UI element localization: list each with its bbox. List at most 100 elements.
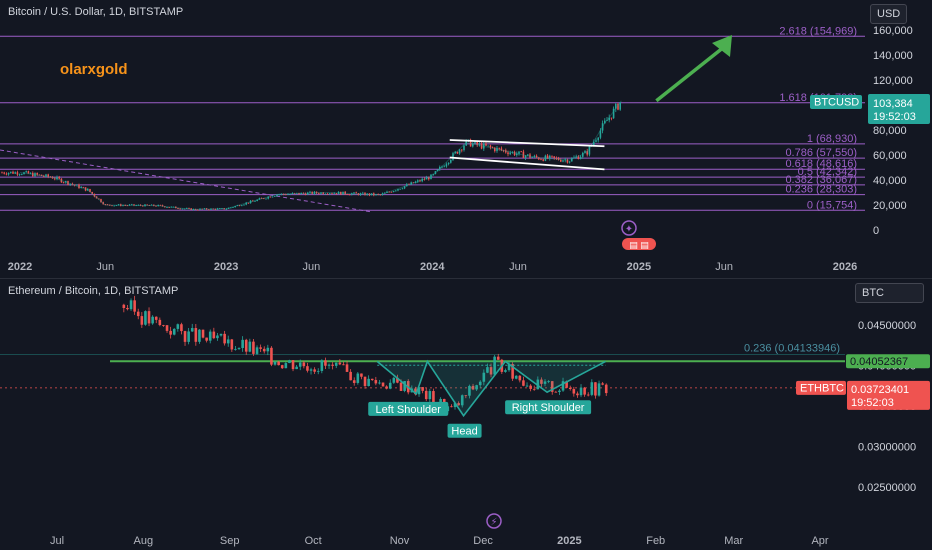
eth-candle: [194, 328, 198, 342]
eth-candle: [378, 382, 381, 384]
btc-y-tick: 160,000: [873, 25, 913, 37]
btc-symbol-tag: BTCUSD: [814, 97, 859, 109]
eth-candle: [277, 361, 280, 366]
eth-candle: [176, 324, 180, 329]
btc-candle: [392, 191, 395, 193]
eth-candle: [360, 373, 363, 377]
eth-y-tick: 0.03000000: [858, 442, 916, 454]
eth-candle: [345, 364, 349, 372]
eth-candle: [518, 375, 522, 381]
ethbtc-pane[interactable]: Ethereum / Bitcoin, 1D, BITSTAMP BTC 0.0…: [0, 279, 932, 550]
eth-x-tick: Nov: [390, 535, 410, 547]
eth-candle: [216, 335, 219, 339]
watermark-text: olarxgold: [60, 61, 128, 78]
btc-candle: [324, 193, 327, 195]
eth-candle: [558, 390, 561, 393]
eth-countdown: 19:52:03: [851, 397, 894, 409]
eth-candle: [338, 362, 342, 365]
eth-candle: [201, 329, 205, 338]
projection-arrow: [655, 45, 726, 103]
btc-y-tick: 140,000: [873, 50, 913, 62]
btc-y-tick: 60,000: [873, 150, 907, 162]
fib-label: 1 (68,930): [807, 133, 857, 145]
btc-x-tick: Jun: [715, 261, 733, 273]
btc-candle: [14, 172, 16, 174]
btc-candle: [271, 196, 274, 198]
eth-candle: [583, 387, 586, 395]
btc-candle: [562, 160, 564, 162]
btc-candle: [197, 209, 199, 211]
eth-candle: [428, 391, 432, 400]
btc-candle: [560, 160, 562, 162]
ethbtc-chart[interactable]: 0.045000000.040000000.035000000.03000000…: [0, 279, 932, 550]
btc-candle: [58, 176, 60, 179]
btc-candle: [461, 149, 463, 151]
btc-price-line: [19, 100, 622, 210]
eth-candle: [154, 316, 158, 320]
btc-candle: [390, 191, 393, 193]
btc-candle: [542, 159, 544, 161]
btc-y-tick: 80,000: [873, 125, 907, 137]
eth-candle: [284, 363, 288, 369]
fib-label: 0.236 (28,303): [785, 184, 857, 196]
eth-x-tick: Mar: [724, 535, 743, 547]
eth-candle: [162, 325, 165, 326]
eth-candle: [241, 339, 244, 349]
btc-candle: [518, 151, 520, 154]
eth-x-tick: Apr: [811, 535, 828, 547]
eth-neckline-tag: 0.04052367: [850, 356, 908, 368]
eth-candle: [496, 356, 500, 360]
channel-lower: [449, 156, 605, 171]
btc-candle: [553, 156, 555, 158]
eth-candle: [208, 331, 212, 341]
eth-y-tick: 0.04500000: [858, 320, 916, 332]
eth-candle: [316, 370, 320, 372]
btc-candle: [36, 173, 38, 175]
btc-candle: [362, 192, 364, 194]
eth-candle: [504, 370, 507, 372]
eth-candle: [298, 362, 302, 367]
eth-x-tick: 2025: [557, 535, 581, 547]
btc-candle: [329, 193, 331, 195]
eth-candle: [205, 337, 208, 341]
eth-candle: [306, 366, 309, 371]
eth-candle: [255, 347, 259, 354]
eth-candle: [122, 304, 126, 309]
btc-candle: [597, 137, 599, 141]
eth-candle: [136, 311, 140, 317]
btc-x-tick: 2022: [8, 261, 32, 273]
eth-candle: [169, 330, 172, 335]
eth-candle: [126, 308, 129, 310]
eth-candle: [529, 385, 532, 389]
btc-chart[interactable]: olarxgold160,000140,000120,000100,00080,…: [0, 0, 932, 278]
fib-label: 2.618 (154,969): [779, 25, 857, 37]
btc-candle: [346, 194, 349, 195]
btc-x-tick: 2025: [627, 261, 651, 273]
btc-candle: [509, 152, 511, 155]
eth-candle: [262, 348, 266, 352]
btc-y-tick: 0: [873, 225, 879, 237]
btc-x-tick: 2023: [214, 261, 238, 273]
eth-candle: [334, 362, 338, 366]
btc-candle: [540, 159, 542, 161]
eth-candle: [320, 360, 324, 371]
btc-candle: [348, 194, 351, 196]
eth-candle: [356, 373, 360, 383]
left-shoulder-label: Left Shoulder: [376, 404, 442, 416]
eth-candle: [280, 365, 284, 369]
eth-candle: [147, 311, 151, 324]
eth-candle: [223, 333, 226, 344]
eth-x-tick: Sep: [220, 535, 240, 547]
eth-candle: [288, 360, 291, 364]
eth-x-tick: Aug: [134, 535, 154, 547]
btc-candle: [355, 192, 357, 194]
btc-candle: [62, 182, 65, 184]
eth-candle: [532, 388, 536, 390]
eth-candle: [421, 387, 424, 391]
btc-candle: [568, 161, 571, 163]
eth-candle: [226, 339, 230, 344]
btc-pane[interactable]: Bitcoin / U.S. Dollar, 1D, BITSTAMP USD …: [0, 0, 932, 278]
btc-candle: [166, 207, 168, 208]
btc-x-tick: Jun: [509, 261, 527, 273]
dashed-trendline: [0, 149, 373, 213]
